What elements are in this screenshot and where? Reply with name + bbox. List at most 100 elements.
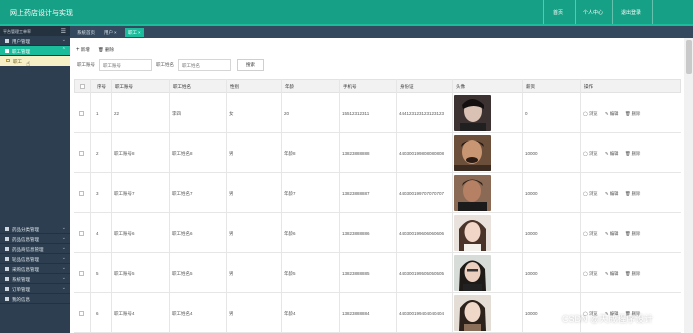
cell-phone: 13823888888 [342,151,370,156]
cell-id-card: 440300199707070707 [399,191,445,196]
view-button[interactable]: ◯ 浏览 [583,231,598,237]
tab-home[interactable]: 系统首页 [74,28,98,37]
row-checkbox[interactable] [79,311,84,316]
delete-row-button[interactable]: 🗑 删除 [625,231,640,237]
row-checkbox[interactable] [79,231,84,236]
sidebar-item-label: 药品商信息管理 [12,246,44,252]
name-filter-label: 职工姓名 [156,62,174,67]
eye-icon: ◯ [583,151,588,156]
avatar [454,135,491,171]
add-button[interactable]: + 新增 [76,47,90,53]
close-icon[interactable]: × [114,30,117,35]
view-button[interactable]: ◯ 浏览 [583,151,598,157]
edit-button[interactable]: ✎ 编辑 [605,231,618,237]
close-icon[interactable]: × [138,30,141,35]
edit-button[interactable]: ✎ 编辑 [605,191,618,197]
table-row: 2 职工账号8 职工姓名8 男 年龄8 13823888888 44030019… [74,133,681,173]
column-header: 职工账号 [115,84,133,89]
delete-row-button[interactable]: 🗑 删除 [625,151,640,157]
cell-phone: 13823888884 [342,311,370,316]
delete-button[interactable]: 🗑 删除 [98,47,114,53]
select-all-checkbox[interactable] [80,84,85,89]
sidebar-spacer [0,66,70,224]
grid-icon [5,257,9,261]
trash-icon: 🗑 [625,231,631,236]
cell-salary: 10000 [525,151,538,156]
chevron-down-icon: ⌄ [61,265,66,271]
view-button[interactable]: ◯ 浏览 [583,111,598,117]
sidebar-item-orders[interactable]: 订单管理 ⌄ [0,284,70,294]
tab-label: 职工 [128,30,137,35]
name-search-input[interactable] [178,59,231,71]
column-header: 身份证 [400,84,414,89]
cell-gender: 男 [229,311,234,316]
tab-staff[interactable]: 职工× [125,28,144,37]
cell-salary: 0 [525,111,528,116]
sidebar-item-purchase-info[interactable]: 采购信息管理 ⌄ [0,264,70,274]
edit-button[interactable]: ✎ 编辑 [605,151,618,157]
account-filter-label: 职工账号 [77,62,95,67]
sidebar-item-label: 采购信息管理 [12,266,39,272]
row-checkbox[interactable] [79,271,84,276]
sidebar-item-drug-info[interactable]: 药品信息管理 ⌄ [0,234,70,244]
edit-icon: ✎ [605,271,609,276]
sidebar-item-label: 我的信息 [12,296,30,302]
cell-account: 22 [114,111,120,116]
view-label: 浏览 [589,271,598,276]
row-checkbox[interactable] [79,151,84,156]
edit-button[interactable]: ✎ 编辑 [605,111,618,117]
avatar [454,255,491,291]
hamburger-icon[interactable]: ☰ [61,28,66,35]
cell-name: 职工姓名8 [172,151,193,156]
view-button[interactable]: ◯ 浏览 [583,191,598,197]
account-search-input[interactable] [99,59,152,71]
cell-name: 职工姓名6 [172,231,193,236]
sidebar-item-users[interactable]: 用户管理 ⌄ [0,36,70,46]
add-button-label: 新增 [80,47,90,52]
cell-index: 2 [96,151,99,156]
row-checkbox[interactable] [79,191,84,196]
logout-link[interactable]: 退出登录 [621,9,641,16]
home-link[interactable]: 首页 [553,9,563,16]
sidebar-item-gift-info[interactable]: 轮品信息管理 ⌄ [0,254,70,264]
divider [543,0,544,24]
delete-row-button[interactable]: 🗑 删除 [625,111,640,117]
edit-label: 编辑 [609,271,619,276]
scrollbar-thumb[interactable] [686,40,692,74]
sidebar-subitem-staff[interactable]: 职工 ☝ [0,56,70,68]
tab-users[interactable]: 用户× [101,28,120,37]
sidebar: 平台管理工单率 ☰ 用户管理 ⌄ 职工管理 ⌃ 职工 ☝ 药品分类管理 ⌄ 药品… [0,26,70,333]
sidebar-item-system[interactable]: 系统管理 ⌄ [0,274,70,284]
chevron-down-icon: ⌄ [61,225,66,231]
vertical-scrollbar[interactable] [684,38,693,333]
sidebar-item-drug-category[interactable]: 药品分类管理 ⌄ [0,224,70,234]
cell-age: 年龄4 [284,311,296,316]
sidebar-item-label: 用户管理 [12,38,30,44]
sidebar-item-my-info[interactable]: 我的信息 [0,294,70,304]
trash-icon: 🗑 [625,191,631,196]
chevron-down-icon: ⌄ [61,245,66,251]
cell-age: 年龄7 [284,191,296,196]
edit-button[interactable]: ✎ 编辑 [605,271,618,277]
tab-bar: 系统首页 用户× 职工× [70,26,693,38]
edit-label: 编辑 [609,231,619,236]
sidebar-item-staff[interactable]: 职工管理 ⌃ [0,46,70,56]
cell-account: 职工账号7 [114,191,135,196]
plus-icon: + [76,47,80,53]
delete-row-button[interactable]: 🗑 删除 [625,191,640,197]
eye-icon: ◯ [583,191,588,196]
cell-id-card: 440300199404040404 [399,311,445,316]
search-button[interactable]: 搜索 [237,59,264,71]
sidebar-item-supplier-info[interactable]: 药品商信息管理 ⌄ [0,244,70,254]
tab-label: 系统首页 [77,30,95,35]
delete-label: 删除 [631,111,641,116]
avatar-photo [454,295,491,331]
avatar [454,95,491,131]
profile-link[interactable]: 个人中心 [583,9,603,16]
view-button[interactable]: ◯ 浏览 [583,271,598,277]
avatar-photo [454,255,491,291]
row-checkbox[interactable] [79,111,84,116]
trash-icon: 🗑 [625,111,631,116]
delete-row-button[interactable]: 🗑 删除 [625,271,640,277]
delete-button-label: 删除 [104,47,114,52]
